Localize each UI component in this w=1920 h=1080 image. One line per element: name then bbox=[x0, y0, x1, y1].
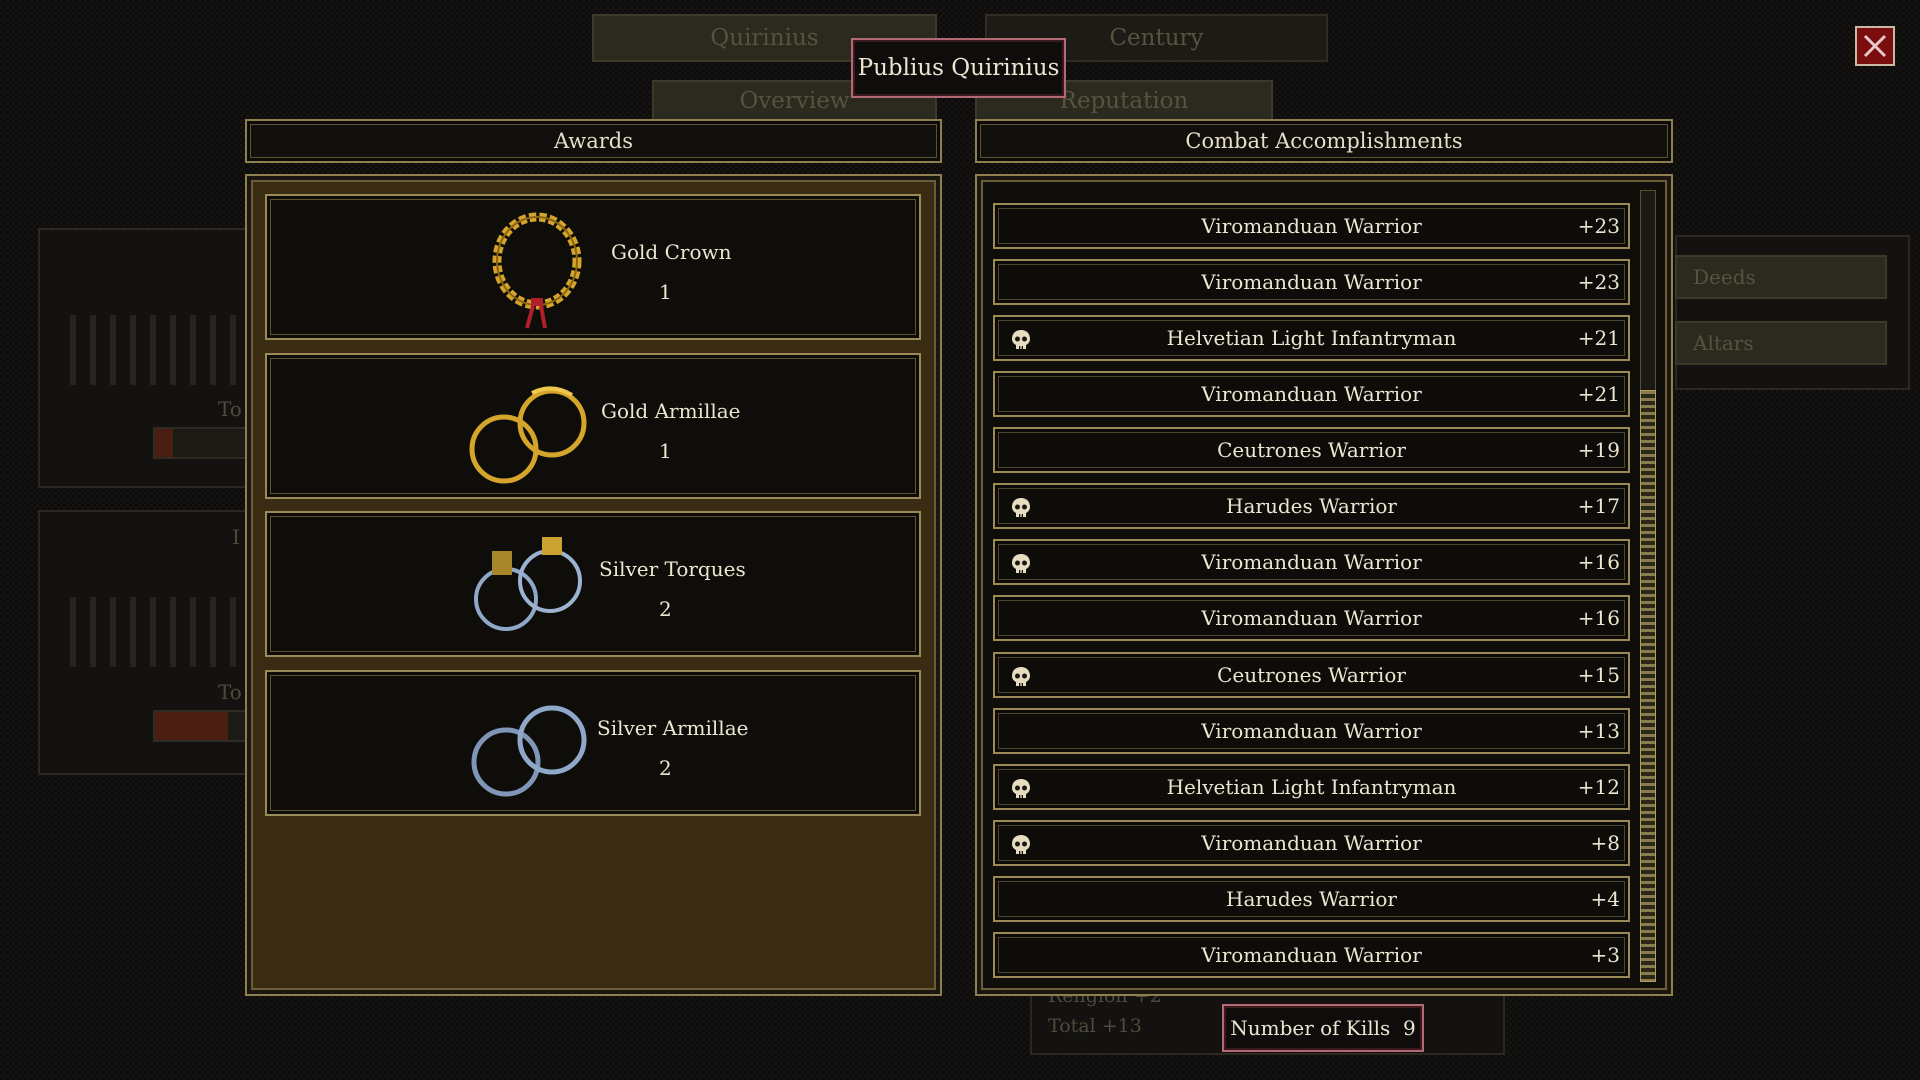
combat-accomplishments-header: Combat Accomplishments bbox=[975, 119, 1673, 163]
combat-row-name: Viromanduan Warrior bbox=[1201, 382, 1422, 406]
background-swords-row-2 bbox=[70, 597, 245, 667]
award-name: Silver Torques bbox=[599, 557, 746, 581]
gold-rings-icon bbox=[469, 386, 587, 484]
combat-row-score: +8 bbox=[1590, 831, 1620, 855]
combat-row-score: +17 bbox=[1577, 494, 1620, 518]
character-name-label: Publius Quirinius bbox=[851, 38, 1066, 98]
kills-label: Number of Kills bbox=[1230, 1016, 1391, 1040]
combat-row[interactable]: Viromanduan Warrior +16 bbox=[993, 595, 1630, 641]
combat-row[interactable]: Viromanduan Warrior +8 bbox=[993, 820, 1630, 866]
combat-row[interactable]: Viromanduan Warrior +16 bbox=[993, 539, 1630, 585]
combat-row-name: Helvetian Light Infantryman bbox=[1166, 326, 1457, 350]
kills-value: 9 bbox=[1403, 1016, 1416, 1040]
combat-row-name: Viromanduan Warrior bbox=[1201, 943, 1422, 967]
background-progress-1 bbox=[153, 427, 248, 459]
combat-row-score: +4 bbox=[1590, 887, 1620, 911]
laurel-crown-icon bbox=[492, 212, 582, 329]
combat-row-name: Viromanduan Warrior bbox=[1201, 606, 1422, 630]
combat-row[interactable]: Viromanduan Warrior +21 bbox=[993, 371, 1630, 417]
combat-row-score: +23 bbox=[1577, 270, 1620, 294]
silver-torques-icon bbox=[474, 537, 582, 631]
background-progress-2 bbox=[153, 710, 248, 742]
award-silver-armillae[interactable]: Silver Armillae 2 bbox=[265, 670, 921, 816]
background-label-to-1: To bbox=[218, 397, 242, 421]
combat-row-name: Viromanduan Warrior bbox=[1201, 214, 1422, 238]
combat-row-score: +3 bbox=[1590, 943, 1620, 967]
combat-row-score: +15 bbox=[1577, 663, 1620, 687]
combat-row[interactable]: Harudes Warrior +4 bbox=[993, 876, 1630, 922]
combat-row[interactable]: Viromanduan Warrior +13 bbox=[993, 708, 1630, 754]
combat-row[interactable]: Ceutrones Warrior +19 bbox=[993, 427, 1630, 473]
combat-row[interactable]: Viromanduan Warrior +23 bbox=[993, 203, 1630, 249]
background-label-i: I bbox=[232, 525, 240, 549]
combat-row-name: Ceutrones Warrior bbox=[1217, 438, 1406, 462]
scrollbar-thumb[interactable] bbox=[1640, 390, 1656, 982]
combat-row-score: +23 bbox=[1577, 214, 1620, 238]
combat-row[interactable]: Helvetian Light Infantryman +21 bbox=[993, 315, 1630, 361]
combat-row-score: +12 bbox=[1577, 775, 1620, 799]
combat-row-name: Viromanduan Warrior bbox=[1201, 719, 1422, 743]
background-total-text: Total +13 bbox=[1048, 1015, 1142, 1037]
combat-row[interactable]: Harudes Warrior +17 bbox=[993, 483, 1630, 529]
combat-row-score: +16 bbox=[1577, 550, 1620, 574]
combat-row-name: Harudes Warrior bbox=[1226, 887, 1397, 911]
combat-row-score: +21 bbox=[1577, 326, 1620, 350]
award-name: Silver Armillae bbox=[597, 716, 749, 740]
combat-row-name: Viromanduan Warrior bbox=[1201, 831, 1422, 855]
award-count: 2 bbox=[659, 756, 672, 780]
award-gold-crown[interactable]: Gold Crown 1 bbox=[265, 194, 921, 340]
combat-row-score: +13 bbox=[1577, 719, 1620, 743]
combat-row-name: Harudes Warrior bbox=[1226, 494, 1397, 518]
number-of-kills-badge: Number of Kills 9 bbox=[1222, 1004, 1424, 1052]
combat-row[interactable]: Ceutrones Warrior +15 bbox=[993, 652, 1630, 698]
combat-row-score: +16 bbox=[1577, 606, 1620, 630]
combat-row-score: +21 bbox=[1577, 382, 1620, 406]
awards-header: Awards bbox=[245, 119, 942, 163]
combat-row-name: Ceutrones Warrior bbox=[1217, 663, 1406, 687]
background-label-to-2: To bbox=[218, 680, 242, 704]
award-name: Gold Crown bbox=[611, 240, 732, 264]
award-count: 1 bbox=[659, 439, 672, 463]
award-name: Gold Armillae bbox=[601, 399, 741, 423]
award-count: 2 bbox=[659, 597, 672, 621]
tab-altars[interactable]: Altars bbox=[1675, 321, 1887, 365]
combat-row-name: Viromanduan Warrior bbox=[1201, 270, 1422, 294]
close-icon bbox=[1863, 34, 1887, 58]
combat-row-score: +19 bbox=[1577, 438, 1620, 462]
combat-row[interactable]: Viromanduan Warrior +3 bbox=[993, 932, 1630, 978]
award-count: 1 bbox=[659, 280, 672, 304]
tab-deeds[interactable]: Deeds bbox=[1675, 255, 1887, 299]
background-swords-row-1 bbox=[70, 315, 245, 385]
award-gold-armillae[interactable]: Gold Armillae 1 bbox=[265, 353, 921, 499]
award-silver-torques[interactable]: Silver Torques 2 bbox=[265, 511, 921, 657]
combat-row[interactable]: Viromanduan Warrior +23 bbox=[993, 259, 1630, 305]
combat-row[interactable]: Helvetian Light Infantryman +12 bbox=[993, 764, 1630, 810]
combat-row-name: Helvetian Light Infantryman bbox=[1166, 775, 1457, 799]
silver-rings-icon bbox=[471, 705, 587, 797]
combat-row-name: Viromanduan Warrior bbox=[1201, 550, 1422, 574]
close-button[interactable] bbox=[1855, 26, 1895, 66]
